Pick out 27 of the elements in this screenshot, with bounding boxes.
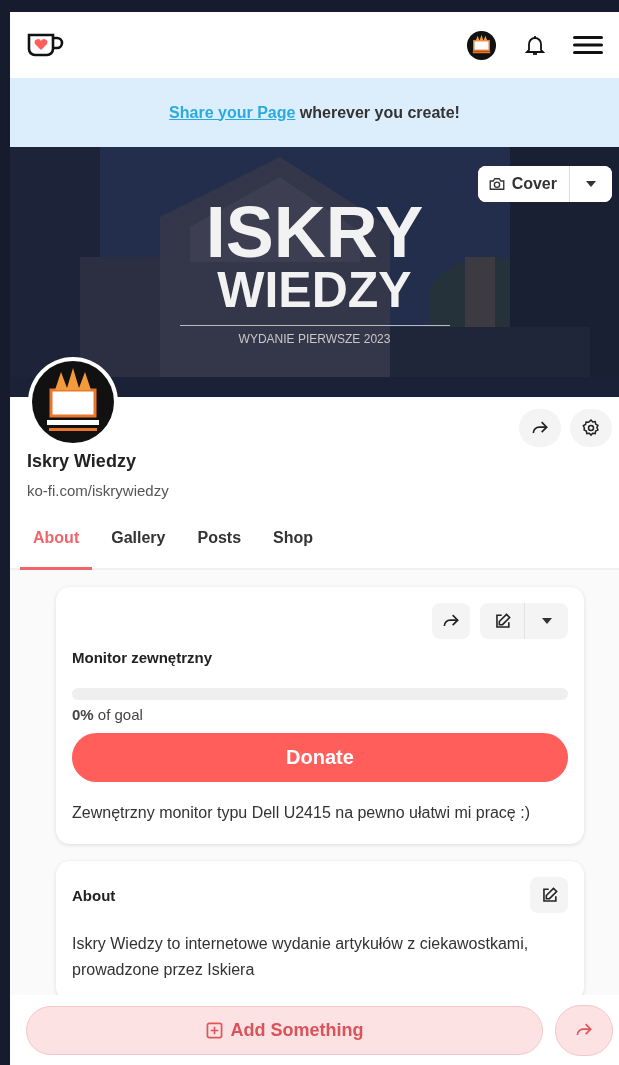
menu-icon[interactable] (573, 36, 603, 54)
cover-button[interactable]: Cover (477, 166, 570, 202)
tab[interactable]: Posts (184, 523, 255, 570)
profile-name: Iskry Wiedzy (27, 451, 137, 472)
goal-description: Zewnętrzny monitor typu Dell U2415 na pewno ułatwi mi pracę :) (72, 803, 531, 823)
cover-subtitle: WYDANIE PIERWSZE 2023 (238, 332, 391, 346)
plus-square-icon (205, 1021, 223, 1039)
caret-icon (541, 618, 552, 624)
avatar-icon[interactable] (466, 29, 497, 61)
settings-icon (581, 418, 601, 438)
edit-button[interactable] (530, 877, 568, 913)
share-button[interactable] (519, 409, 561, 447)
settings-button[interactable] (570, 409, 612, 447)
cup-heart-logo-icon[interactable] (26, 31, 66, 59)
share-button[interactable] (432, 603, 470, 639)
camera-icon (487, 175, 506, 193)
cover-title: ISKRY (205, 199, 424, 265)
tab[interactable]: Shop (260, 523, 327, 570)
caret-icon (586, 181, 596, 187)
tab[interactable]: Gallery (98, 523, 179, 570)
about-title: About (72, 886, 116, 904)
goal-progress-text: 0% of goal (72, 706, 144, 723)
profile-url: ko-fi.com/iskrywiedzy (27, 482, 170, 499)
goal-title: Monitor zewnętrzny (72, 649, 213, 666)
about-text: Iskry Wiedzy to internetowe wydanie artykułów z ciekawostkami, prowadzone przez Iskiera (72, 934, 530, 980)
cover-title: WIEDZY (217, 265, 412, 315)
promo-text: Share your Page wherever you create! (169, 103, 460, 122)
